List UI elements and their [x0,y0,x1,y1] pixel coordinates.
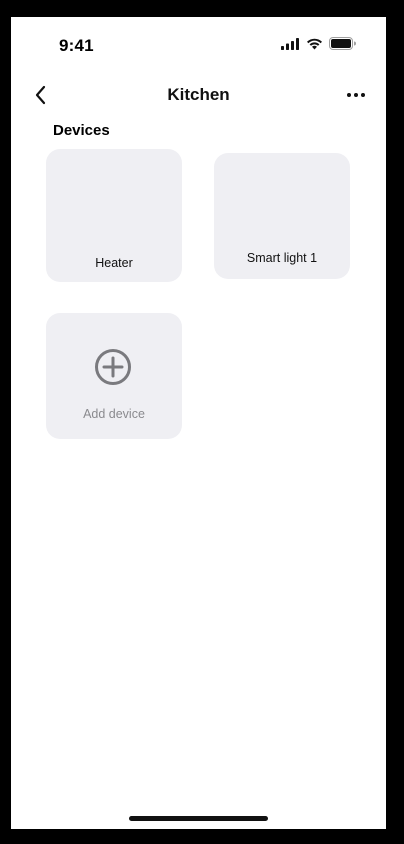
page-title: Kitchen [167,85,230,104]
status-icons [281,37,356,55]
cellular-signal-icon [281,37,300,55]
phone-screen: 9:41 Kitchen Devices Heater Smart light … [11,17,386,829]
battery-icon [329,37,356,55]
devices-section-title: Devices [53,122,110,139]
device-label: Smart light 1 [246,251,318,265]
navigation-bar: Kitchen [11,77,386,113]
wifi-icon [306,37,323,55]
more-horizontal-icon [344,93,368,111]
home-indicator [129,816,268,821]
add-device-label: Add device [83,407,145,421]
status-time: 9:41 [59,36,94,55]
device-label: Heater [95,256,133,270]
device-card-smart-light[interactable]: Smart light 1 [214,153,350,279]
add-device-button[interactable]: Add device [46,313,182,439]
device-card-heater[interactable]: Heater [46,149,182,282]
status-bar: 9:41 [11,17,386,73]
plus-circle-icon [93,347,133,387]
more-options-button[interactable] [344,83,368,107]
